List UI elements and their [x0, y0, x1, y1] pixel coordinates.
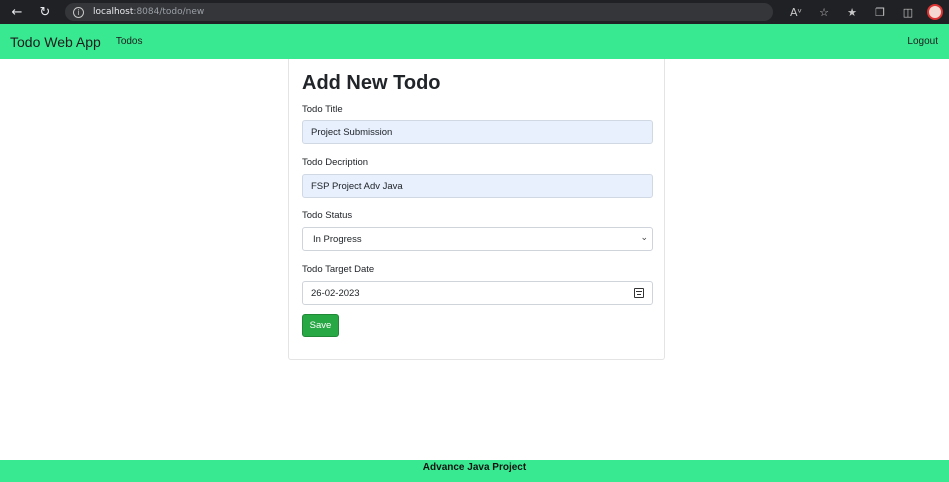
browser-toolbar: ← ↻ i localhost :8084/todo/new Aᵛ ☆ ★ ❐ …: [0, 0, 949, 24]
brand-link[interactable]: Todo Web App: [10, 34, 101, 50]
read-aloud-icon[interactable]: Aᵛ: [787, 3, 805, 21]
title-label: Todo Title: [302, 104, 343, 115]
description-label: Todo Decription: [302, 157, 369, 168]
profile-icon[interactable]: [927, 4, 943, 20]
status-select[interactable]: In Progress ⌄: [302, 227, 653, 251]
status-label: Todo Status: [302, 210, 353, 221]
chevron-down-icon: ⌄: [640, 233, 648, 243]
info-icon[interactable]: i: [73, 6, 84, 18]
back-icon[interactable]: ←: [6, 1, 28, 23]
date-label: Todo Target Date: [302, 264, 375, 275]
address-bar[interactable]: i localhost :8084/todo/new: [65, 3, 773, 21]
calendar-icon[interactable]: [634, 288, 644, 298]
description-input[interactable]: FSP Project Adv Java: [302, 174, 653, 198]
date-input[interactable]: 26-02-2023: [302, 281, 653, 305]
reload-icon[interactable]: ↻: [34, 1, 56, 23]
app-navbar: Todo Web App Todos Logout: [0, 24, 949, 59]
logout-link[interactable]: Logout: [907, 36, 938, 47]
save-button[interactable]: Save: [302, 314, 339, 337]
footer-text: Advance Java Project: [422, 462, 527, 473]
favorites-icon[interactable]: ★: [843, 3, 861, 21]
status-select-value: In Progress: [313, 233, 362, 245]
title-input-value: Project Submission: [311, 126, 393, 138]
extensions-icon[interactable]: ◫: [899, 3, 917, 21]
title-input[interactable]: Project Submission: [302, 120, 653, 144]
add-favorite-icon[interactable]: ☆: [815, 3, 833, 21]
add-todo-card: Add New Todo Todo Title Project Submissi…: [288, 59, 665, 360]
url-host: localhost: [93, 7, 134, 17]
description-input-value: FSP Project Adv Java: [311, 180, 403, 192]
nav-link-todos[interactable]: Todos: [116, 36, 143, 47]
url-path: :8084/todo/new: [133, 7, 205, 17]
collections-icon[interactable]: ❐: [871, 3, 889, 21]
footer: Advance Java Project: [0, 460, 949, 482]
date-input-value: 26-02-2023: [311, 287, 360, 299]
page-title: Add New Todo: [302, 72, 441, 94]
